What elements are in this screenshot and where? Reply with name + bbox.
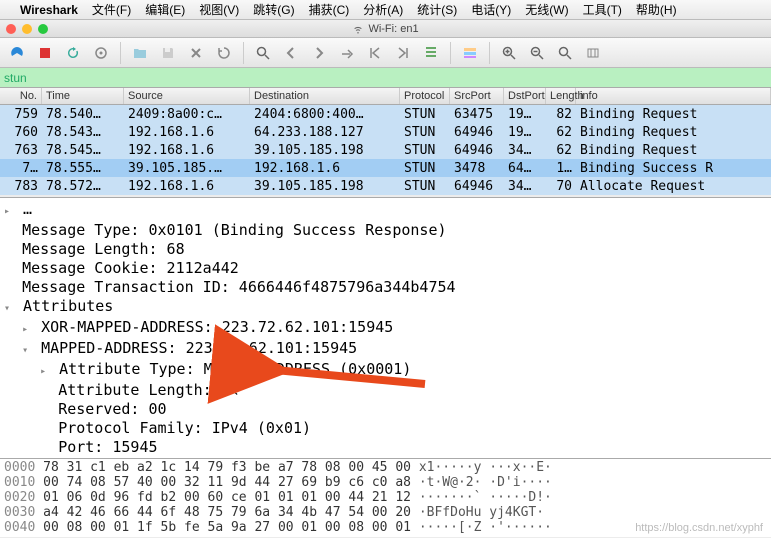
- wifi-icon: [352, 23, 364, 35]
- col-no[interactable]: No.: [0, 88, 42, 104]
- close-window-icon[interactable]: [6, 24, 16, 34]
- reload-button[interactable]: [211, 41, 237, 65]
- col-time[interactable]: Time: [42, 88, 124, 104]
- capture-options-button[interactable]: [88, 41, 114, 65]
- menu-stats[interactable]: 统计(S): [417, 1, 457, 18]
- detail-mapped-addr[interactable]: MAPPED-ADDRESS: 223.72.62.101:15945: [41, 339, 357, 357]
- hex-row[interactable]: 0030 a4 42 46 66 44 6f 48 75 79 6a 34 4b…: [4, 505, 767, 520]
- packet-list[interactable]: 75978.540…2409:8a00:c…2404:6800:400…STUN…: [0, 105, 771, 197]
- col-protocol[interactable]: Protocol: [400, 88, 450, 104]
- last-packet-button[interactable]: [390, 41, 416, 65]
- zoom-out-button[interactable]: [524, 41, 550, 65]
- prev-packet-button[interactable]: [278, 41, 304, 65]
- expand-icon[interactable]: ▸: [22, 320, 32, 339]
- col-dstport[interactable]: DstPort: [504, 88, 546, 104]
- macos-menubar: Wireshark 文件(F) 编辑(E) 视图(V) 跳转(G) 捕获(C) …: [0, 0, 771, 20]
- packet-details-pane[interactable]: ▸ … Message Type: 0x0101 (Binding Succes…: [0, 197, 771, 459]
- main-toolbar: [0, 38, 771, 68]
- detail-msg-tid[interactable]: Message Transaction ID: 4666446f4875796a…: [22, 278, 455, 296]
- display-filter-bar: [0, 68, 771, 88]
- col-source[interactable]: Source: [124, 88, 250, 104]
- packet-row[interactable]: 75978.540…2409:8a00:c…2404:6800:400…STUN…: [0, 105, 771, 123]
- menu-analyze[interactable]: 分析(A): [363, 1, 403, 18]
- hex-row[interactable]: 0000 78 31 c1 eb a2 1c 14 79 f3 be a7 78…: [4, 460, 767, 475]
- expand-icon[interactable]: ▸: [40, 362, 50, 381]
- packet-row[interactable]: 76078.543…192.168.1.664.233.188.127STUN6…: [0, 123, 771, 141]
- hex-row[interactable]: 0020 01 06 0d 96 fd b2 00 60 ce 01 01 01…: [4, 490, 767, 505]
- colorize-button[interactable]: [457, 41, 483, 65]
- menu-view[interactable]: 视图(V): [199, 1, 239, 18]
- menu-telephony[interactable]: 电话(Y): [471, 1, 511, 18]
- cursor-icon: ↖: [230, 381, 239, 399]
- goto-packet-button[interactable]: [334, 41, 360, 65]
- window-title: Wi-Fi: en1: [352, 23, 418, 35]
- detail-attr-length[interactable]: Attribute Length: 8: [58, 381, 230, 399]
- col-srcport[interactable]: SrcPort: [450, 88, 504, 104]
- menu-go[interactable]: 跳转(G): [253, 1, 294, 18]
- autoscroll-button[interactable]: [418, 41, 444, 65]
- first-packet-button[interactable]: [362, 41, 388, 65]
- detail-attr-type[interactable]: Attribute Type: MAPPED-ADDRESS (0x0001): [59, 360, 411, 378]
- separator: [243, 42, 244, 64]
- watermark-text: https://blog.csdn.net/xyphf: [635, 522, 763, 534]
- stop-capture-button[interactable]: [32, 41, 58, 65]
- detail-ip[interactable]: IP: 223.72.62.101: [58, 457, 212, 459]
- zoom-reset-button[interactable]: [552, 41, 578, 65]
- packet-list-header: No. Time Source Destination Protocol Src…: [0, 88, 771, 105]
- window-titlebar: Wi-Fi: en1: [0, 20, 771, 38]
- save-file-button[interactable]: [155, 41, 181, 65]
- find-button[interactable]: [250, 41, 276, 65]
- app-name[interactable]: Wireshark: [20, 3, 78, 17]
- detail-protocol-family[interactable]: Protocol Family: IPv4 (0x01): [58, 419, 311, 437]
- zoom-window-icon[interactable]: [38, 24, 48, 34]
- col-destination[interactable]: Destination: [250, 88, 400, 104]
- detail-msg-type[interactable]: Message Type: 0x0101 (Binding Success Re…: [22, 221, 446, 239]
- collapse-icon[interactable]: ▾: [22, 341, 32, 360]
- minimize-window-icon[interactable]: [22, 24, 32, 34]
- packet-row[interactable]: 7…78.555…39.105.185.…192.168.1.6STUN3478…: [0, 159, 771, 177]
- menu-edit[interactable]: 编辑(E): [145, 1, 185, 18]
- resize-columns-button[interactable]: [580, 41, 606, 65]
- open-file-button[interactable]: [127, 41, 153, 65]
- detail-xor-mapped[interactable]: XOR-MAPPED-ADDRESS: 223.72.62.101:15945: [41, 318, 393, 336]
- col-length[interactable]: Length: [546, 88, 576, 104]
- next-packet-button[interactable]: [306, 41, 332, 65]
- traffic-lights: [6, 24, 48, 34]
- col-info[interactable]: info: [576, 88, 771, 104]
- detail-msg-cookie[interactable]: Message Cookie: 2112a442: [22, 259, 239, 277]
- expand-icon[interactable]: ▸: [4, 202, 14, 221]
- window-title-text: Wi-Fi: en1: [368, 23, 418, 35]
- detail-reserved[interactable]: Reserved: 00: [58, 400, 166, 418]
- hex-row[interactable]: 0010 00 74 08 57 40 00 32 11 9d 44 27 69…: [4, 475, 767, 490]
- separator: [120, 42, 121, 64]
- zoom-in-button[interactable]: [496, 41, 522, 65]
- display-filter-input[interactable]: [4, 71, 767, 85]
- separator: [450, 42, 451, 64]
- packet-row[interactable]: 76378.545…192.168.1.639.105.185.198STUN6…: [0, 141, 771, 159]
- menu-capture[interactable]: 捕获(C): [309, 1, 350, 18]
- detail-msg-length[interactable]: Message Length: 68: [22, 240, 185, 258]
- menu-wireless[interactable]: 无线(W): [525, 1, 568, 18]
- start-capture-button[interactable]: [4, 41, 30, 65]
- packet-row[interactable]: 78378.572…192.168.1.639.105.185.198STUN6…: [0, 177, 771, 195]
- menu-tools[interactable]: 工具(T): [583, 1, 622, 18]
- separator: [489, 42, 490, 64]
- menu-file[interactable]: 文件(F): [92, 1, 131, 18]
- close-file-button[interactable]: [183, 41, 209, 65]
- menu-help[interactable]: 帮助(H): [636, 1, 677, 18]
- restart-capture-button[interactable]: [60, 41, 86, 65]
- detail-port[interactable]: Port: 15945: [58, 438, 157, 456]
- collapse-icon[interactable]: ▾: [4, 299, 14, 318]
- detail-attributes[interactable]: Attributes: [23, 297, 113, 315]
